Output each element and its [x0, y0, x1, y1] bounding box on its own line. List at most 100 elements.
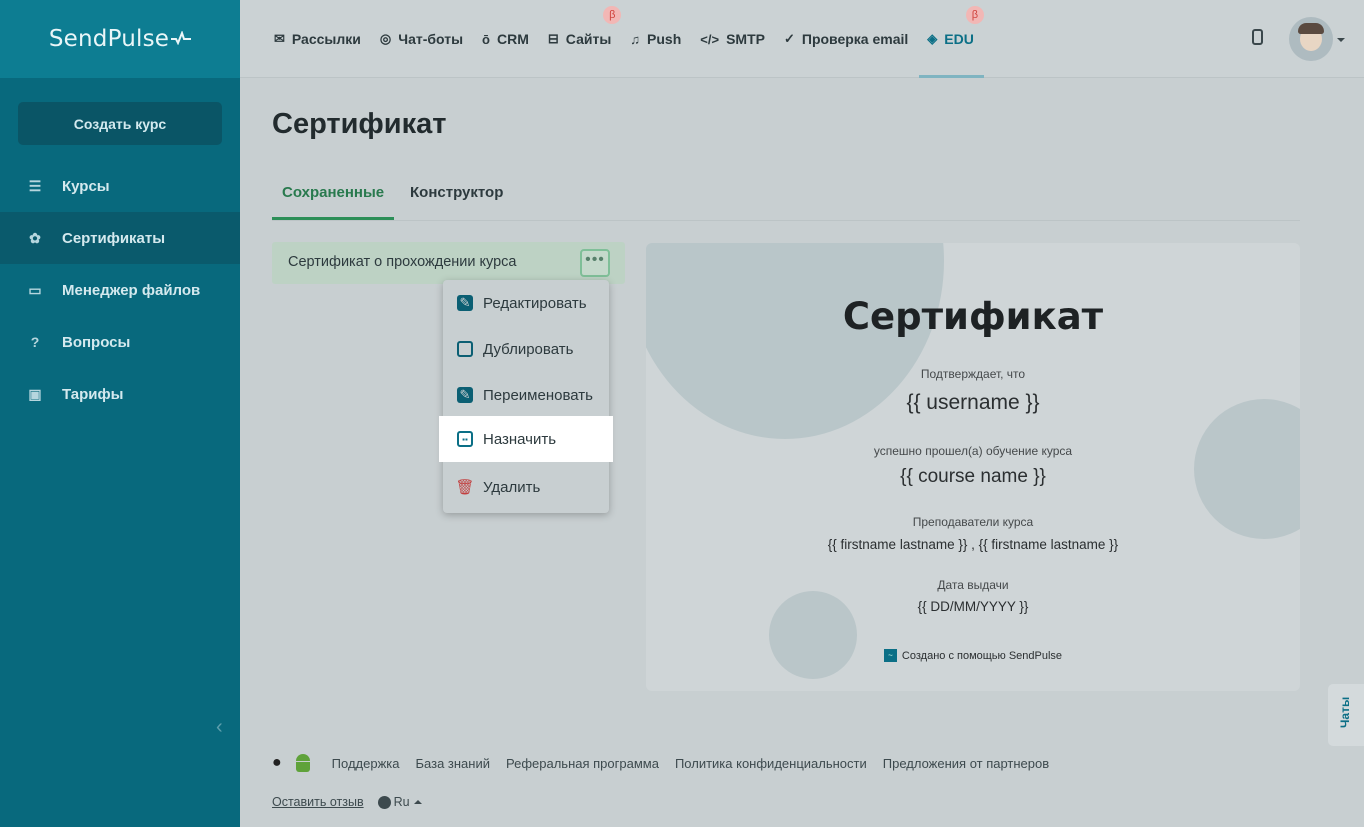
topnav-edu[interactable]: ◈ EDU β	[919, 0, 984, 78]
more-options-button[interactable]: •••	[580, 249, 610, 277]
courses-icon: ☰	[28, 177, 42, 194]
topnav-smtp[interactable]: </> SMTP	[700, 0, 765, 78]
topnav-label: Рассылки	[291, 31, 361, 47]
crm-icon: ō	[482, 31, 490, 47]
footer-link-privacy[interactable]: Политика конфиденциальности	[675, 756, 867, 771]
logo-bar: SendPulse	[0, 0, 240, 78]
certificate-confirms: Подтверждает, что	[920, 367, 1026, 381]
tab-saved[interactable]: Сохраненные	[272, 184, 395, 220]
avatar-hair	[1298, 23, 1324, 34]
certificate-completed: успешно прошел(а) обучение курса	[873, 444, 1073, 458]
edit-icon: ✎	[457, 295, 473, 311]
sidebar-item-file-manager[interactable]: ▭ Менеджер файлов	[0, 264, 240, 316]
certificate-date: {{ DD/MM/YYYY }}	[917, 599, 1029, 614]
chevron-up-icon[interactable]	[413, 800, 422, 804]
footer-secondary: Оставить отзыв Ru	[272, 795, 422, 809]
certificate-username: {{ username }}	[906, 391, 1040, 414]
menu-item-duplicate[interactable]: · Дублировать	[443, 326, 609, 372]
certificate-preview: Сертификат Подтверждает, что {{ username…	[646, 243, 1300, 691]
logo[interactable]: SendPulse	[49, 26, 169, 52]
site-icon: ⊟	[547, 31, 559, 46]
menu-item-label: Переименовать	[483, 386, 593, 404]
globe-icon	[377, 795, 391, 809]
certificate-footer: ~ Создано с помощью SendPulse	[646, 649, 1300, 662]
duplicate-icon: ·	[457, 341, 473, 357]
certificate-footer-text: Создано с помощью SendPulse	[901, 649, 1063, 662]
sidebar-item-label: Тарифы	[62, 385, 124, 403]
topnav-push[interactable]: ♫ Push	[630, 0, 681, 78]
sendpulse-logo-icon: ~	[883, 649, 897, 662]
top-nav: ✉ Рассылки ◎ Чат-боты ō CRM ⊟ Сайты β ♫ …	[274, 0, 993, 78]
footer: ● Поддержка База знаний Реферальная прог…	[272, 754, 1065, 772]
sidebar-nav: ☰ Курсы ✿ Сертификаты ▭ Менеджер файлов …	[0, 160, 240, 420]
mail-icon: ✉	[274, 31, 285, 46]
topnav-label: Чат-боты	[398, 31, 464, 47]
page-title: Сертификат	[272, 108, 447, 140]
footer-link-knowledge-base[interactable]: База знаний	[416, 756, 491, 771]
saved-certificate-item[interactable]: Сертификат о прохождении курса •••	[272, 242, 625, 284]
tabs: Сохраненные Конструктор	[272, 178, 1300, 221]
topnav-email-verify[interactable]: ✓ Проверка email	[784, 0, 908, 78]
sidebar-item-questions[interactable]: ? Вопросы	[0, 316, 240, 368]
sidebar-item-courses[interactable]: ☰ Курсы	[0, 160, 240, 212]
beta-badge: β	[965, 6, 984, 24]
certificate-title: Сертификат	[842, 295, 1104, 338]
menu-item-label: Дублировать	[483, 340, 574, 358]
top-bar: ✉ Рассылки ◎ Чат-боты ō CRM ⊟ Сайты β ♫ …	[240, 0, 1364, 78]
phone-icon[interactable]	[1252, 29, 1263, 45]
certificate-course: {{ course name }}	[900, 466, 1046, 487]
topnav-label: EDU	[944, 31, 974, 47]
tab-constructor[interactable]: Конструктор	[410, 184, 503, 220]
pulse-icon	[171, 29, 192, 50]
gear-icon: ✿	[29, 229, 41, 246]
topnav-label: Проверка email	[801, 31, 909, 47]
question-icon: ?	[30, 334, 40, 350]
sidebar-item-tariffs[interactable]: ▣ Тарифы	[0, 368, 240, 420]
certificate-date-label: Дата выдачи	[937, 578, 1009, 592]
chevron-down-icon[interactable]	[1337, 38, 1345, 42]
menu-item-edit[interactable]: ✎ Редактировать	[443, 280, 609, 326]
footer-link-partners[interactable]: Предложения от партнеров	[883, 756, 1049, 771]
footer-link-referral[interactable]: Реферальная программа	[506, 756, 659, 771]
assign-icon: ▪▪	[457, 431, 473, 447]
beta-badge: β	[603, 6, 622, 24]
certificate-teachers-label: Преподаватели курса	[912, 515, 1034, 529]
create-course-button[interactable]: Создать курс	[18, 102, 222, 145]
menu-item-delete[interactable]: 🗑 Удалить	[443, 464, 609, 510]
chats-tab[interactable]: Чаты	[1328, 684, 1364, 746]
avatar[interactable]	[1289, 17, 1333, 61]
topnav-mailings[interactable]: ✉ Рассылки	[274, 0, 361, 78]
menu-item-label: Удалить	[483, 478, 541, 496]
topnav-chatbots[interactable]: ◎ Чат-боты	[380, 0, 463, 78]
certificate-teachers: {{ firstname lastname }} , {{ firstname …	[827, 537, 1119, 552]
graduation-icon: ◈	[927, 31, 938, 46]
topnav-sites[interactable]: ⊟ Сайты β	[547, 0, 622, 78]
menu-item-assign[interactable]: ▪▪ Назначить	[439, 416, 613, 462]
topnav-label: SMTP	[726, 31, 765, 47]
trash-icon: 🗑	[455, 479, 475, 496]
menu-item-rename[interactable]: ✎ Переименовать	[443, 372, 609, 418]
sidebar-item-label: Курсы	[62, 177, 110, 195]
chats-label: Чаты	[1338, 696, 1352, 728]
apple-icon[interactable]: ●	[272, 754, 282, 772]
menu-item-label: Назначить	[483, 430, 557, 448]
sidebar-item-certificates[interactable]: ✿ Сертификаты	[0, 212, 240, 264]
saved-certificate-label: Сертификат о прохождении курса	[288, 254, 517, 270]
topnav-label: CRM	[497, 31, 529, 47]
collapse-sidebar-icon[interactable]: ‹	[216, 716, 223, 739]
android-icon[interactable]	[294, 754, 312, 772]
feedback-link[interactable]: Оставить отзыв	[272, 795, 364, 809]
topnav-crm[interactable]: ō CRM	[482, 0, 529, 78]
folder-icon: ▭	[28, 281, 42, 298]
sidebar-item-label: Вопросы	[62, 333, 131, 351]
language-selector[interactable]: Ru	[394, 795, 410, 809]
topnav-label: Push	[647, 31, 682, 47]
menu-item-label: Редактировать	[483, 294, 587, 312]
footer-link-support[interactable]: Поддержка	[332, 756, 400, 771]
code-icon: </>	[700, 31, 720, 47]
sidebar: SendPulse Создать курс ☰ Курсы ✿ Сертифи…	[0, 0, 240, 827]
rename-icon: ✎	[457, 387, 473, 403]
wallet-icon: ▣	[28, 385, 42, 402]
check-icon: ✓	[783, 31, 795, 46]
topnav-label: Сайты	[565, 31, 612, 47]
